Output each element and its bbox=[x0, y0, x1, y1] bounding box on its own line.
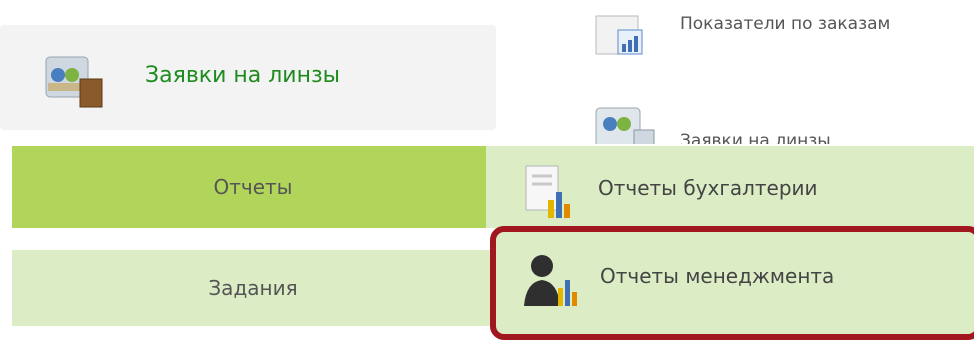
order-metrics-item[interactable]: Показатели по заказам bbox=[680, 14, 890, 34]
submenu-top-items: Показатели по заказам Заявки на линзы bbox=[592, 0, 972, 144]
lens-orders-icon bbox=[45, 56, 103, 108]
lens-orders-button[interactable]: Заявки на линзы bbox=[0, 25, 496, 130]
tasks-button[interactable]: Задания bbox=[12, 250, 496, 326]
lens-orders-label: Заявки на линзы bbox=[145, 63, 341, 88]
management-reports-item[interactable]: Отчеты менеджмента bbox=[490, 226, 974, 340]
management-reports-label: Отчеты менеджмента bbox=[600, 264, 835, 288]
lens-orders-icon bbox=[595, 107, 655, 144]
tasks-label: Задания bbox=[208, 276, 298, 300]
accounting-reports-item[interactable]: Отчеты бухгалтерии bbox=[486, 146, 974, 228]
report-chart-icon bbox=[525, 165, 570, 218]
manager-chart-icon bbox=[524, 255, 577, 306]
reports-submenu: Показатели по заказам Заявки на линзы От… bbox=[486, 0, 974, 340]
accounting-reports-label: Отчеты бухгалтерии bbox=[598, 176, 818, 200]
chart-document-icon bbox=[595, 15, 643, 55]
lens-orders-item[interactable]: Заявки на линзы bbox=[680, 131, 831, 144]
reports-button[interactable]: Отчеты bbox=[12, 146, 496, 228]
reports-label: Отчеты bbox=[213, 175, 293, 199]
